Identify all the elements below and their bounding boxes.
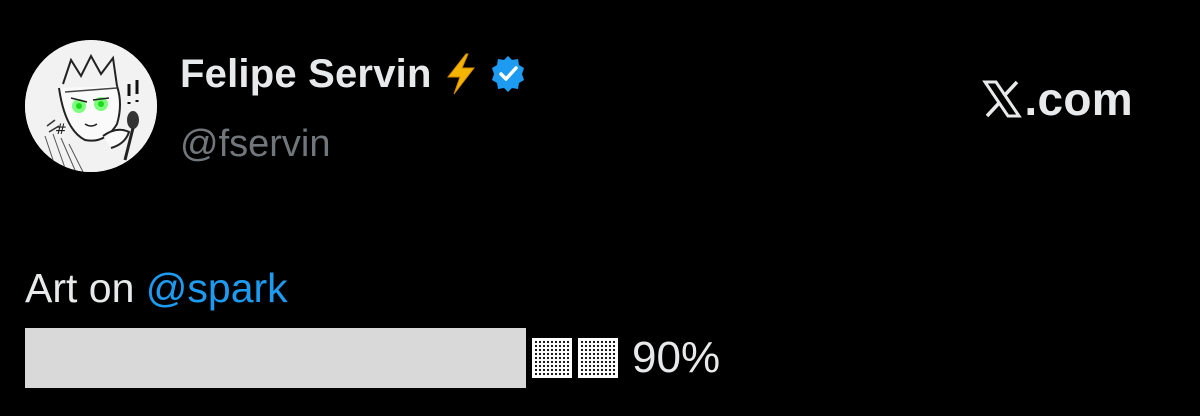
mention-link[interactable]: @spark	[146, 265, 288, 311]
progress-percent: 90%	[632, 333, 721, 382]
progress-row: 90%	[25, 328, 720, 388]
author-handle[interactable]: @fservin	[180, 123, 331, 166]
author-display-name[interactable]: Felipe Servin	[180, 52, 432, 97]
top-strip	[0, 0, 1200, 16]
avatar-sketch-image: #	[25, 40, 157, 172]
x-logo-icon	[982, 79, 1023, 119]
brand-domain: .com	[1024, 73, 1133, 125]
bolt-icon	[444, 53, 478, 95]
post-text: Art on @spark	[25, 265, 288, 312]
post-text-prefix: Art on	[25, 265, 146, 311]
screenshot-frame: # Felipe Servin @fservin .com Art on @sp…	[0, 0, 1200, 416]
author-name-row: Felipe Servin	[180, 50, 528, 98]
brand-logo[interactable]: .com	[982, 73, 1133, 125]
progress-empty-block	[578, 338, 618, 378]
verified-badge-icon	[488, 54, 528, 94]
svg-text:#: #	[55, 122, 67, 138]
progress-empty-block	[532, 338, 572, 378]
post-card: # Felipe Servin @fservin .com Art on @sp…	[0, 16, 1180, 408]
avatar[interactable]: #	[25, 40, 157, 172]
progress-bar-filled	[25, 328, 526, 388]
